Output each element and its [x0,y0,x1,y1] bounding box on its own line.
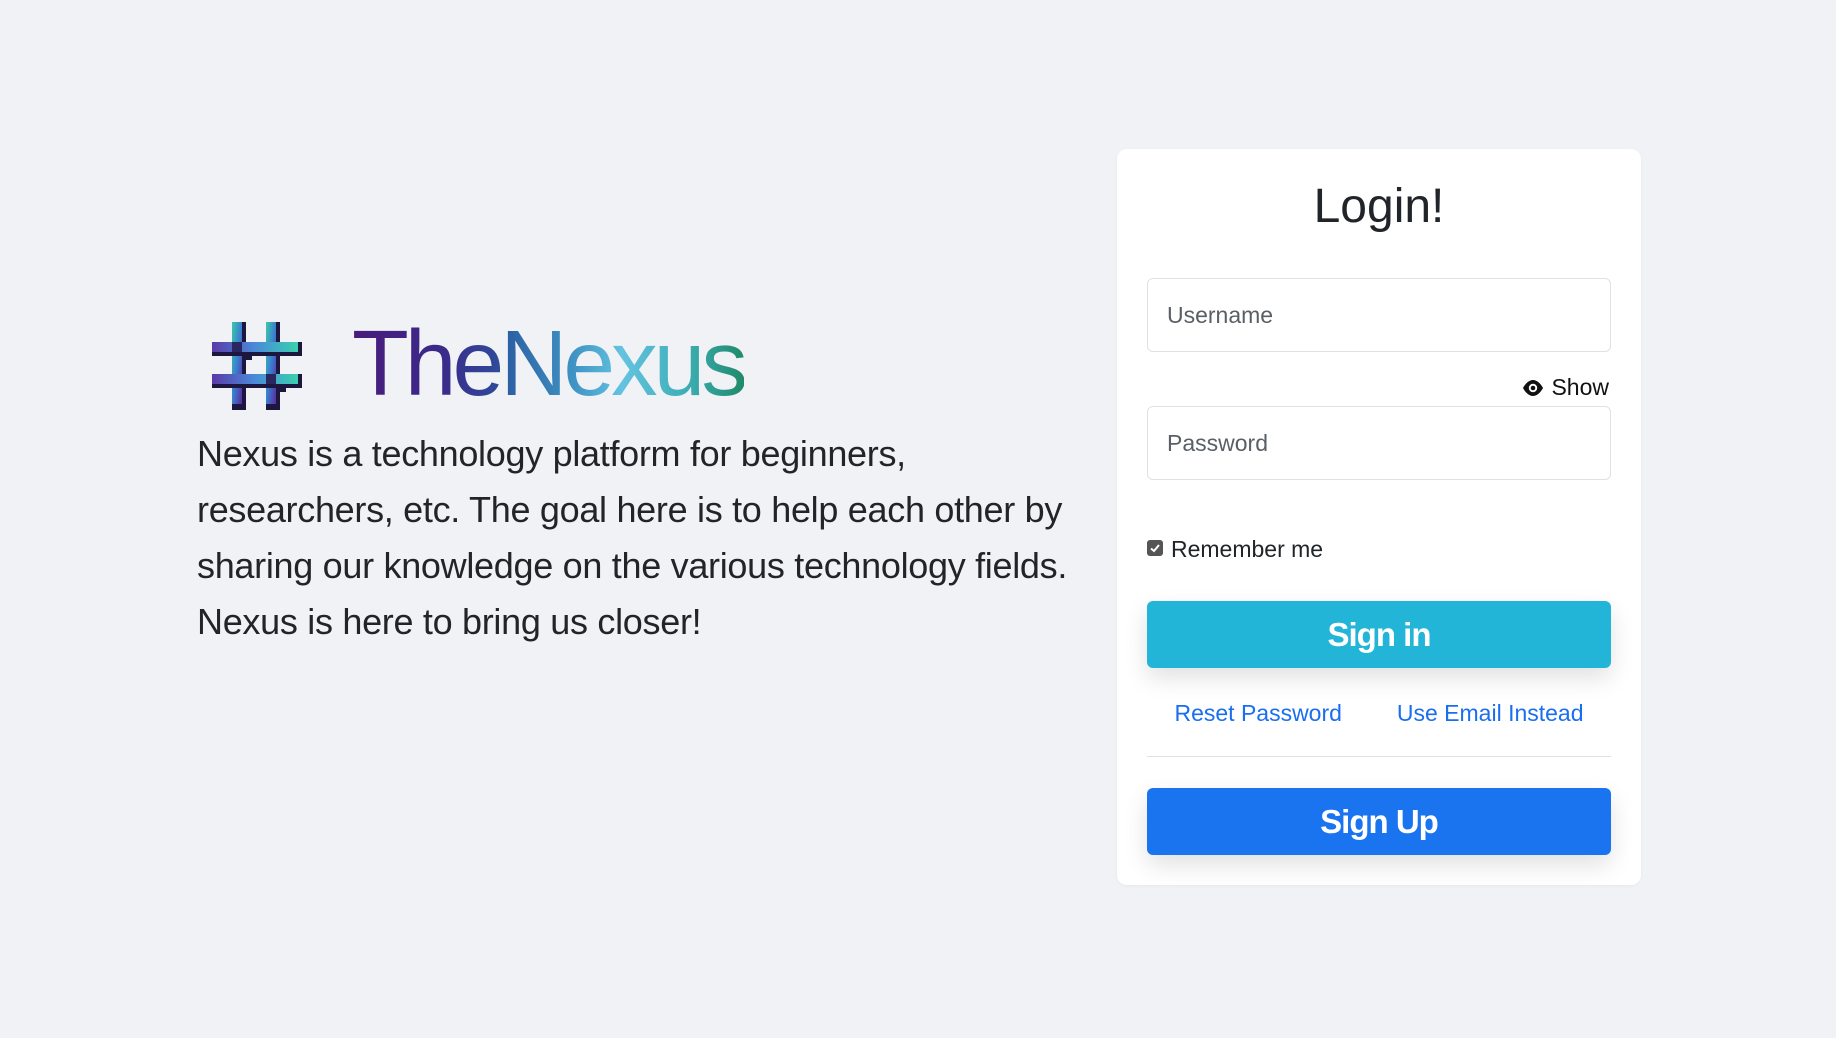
password-input[interactable] [1147,406,1611,480]
remember-me-checkbox[interactable] [1147,540,1163,556]
login-title: Login! [1313,180,1445,233]
hash-logo-icon [212,322,302,410]
sign-up-button[interactable]: Sign Up [1147,788,1611,855]
eye-icon [1523,379,1544,396]
brand: TheNexus [197,316,1077,412]
login-page: TheNexus Nexus is a technology platform … [0,0,1836,1038]
divider [1147,756,1611,757]
use-email-link[interactable]: Use Email Instead [1397,700,1584,727]
remember-me-label: Remember me [1171,536,1324,562]
login-card: Login! Show Remember me Sign in Reset Pa… [1117,149,1641,885]
checkmark-icon [1150,544,1160,553]
hero-section: TheNexus Nexus is a technology platform … [197,316,1077,650]
auth-links: Reset Password Use Email Instead [1147,700,1611,727]
brand-name-nexus: Nexus [500,310,748,415]
show-password-label: Show [1551,374,1609,400]
username-input[interactable] [1147,278,1611,352]
reset-password-link[interactable]: Reset Password [1174,700,1341,727]
show-password-toggle[interactable]: Show [1521,374,1609,401]
hero-description: Nexus is a technology platform for begin… [197,433,1068,642]
sign-in-button[interactable]: Sign in [1147,601,1611,668]
brand-name-the: The [352,310,504,415]
remember-me[interactable]: Remember me [1147,536,1323,563]
brand-name: TheNexus [352,316,748,410]
